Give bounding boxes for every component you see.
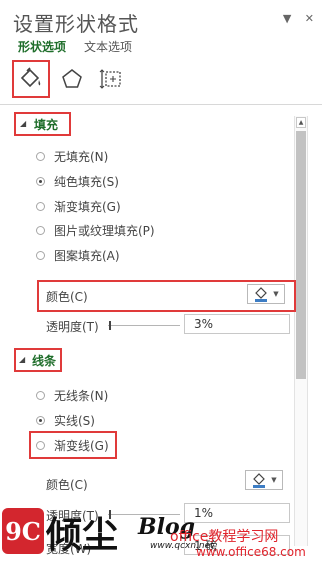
line-option-gradient[interactable]: 渐变线(G) [36, 437, 109, 454]
pane-title: 设置形状格式 [13, 12, 139, 36]
radio-button[interactable] [36, 152, 45, 161]
fill-option-solid[interactable]: 纯色填充(S) [36, 173, 119, 190]
pane-header-buttons: ▼ ✕ [273, 12, 314, 25]
fill-transparency-input[interactable]: 3% [184, 314, 290, 334]
watermark-site-url: www.office68.com [196, 545, 306, 559]
radio-label: 图案填充(A) [54, 249, 120, 263]
line-option-none[interactable]: 无线条(N) [36, 387, 108, 404]
fill-section-header[interactable]: ◢ 填充 [14, 112, 71, 136]
radio-label: 无填充(N) [54, 150, 109, 164]
radio-button[interactable] [36, 416, 45, 425]
radio-button[interactable] [36, 202, 45, 211]
watermark-name: 倾尘 [46, 514, 119, 556]
line-option-solid[interactable]: 实线(S) [36, 412, 95, 429]
watermark-site: office教程学习网 [170, 529, 279, 545]
fill-option-gradient[interactable]: 渐变填充(G) [36, 198, 121, 215]
fill-section-label: 填充 [34, 118, 59, 132]
radio-label: 实线(S) [54, 414, 95, 428]
chevron-down-icon: ▼ [271, 476, 277, 484]
line-color-label: 颜色(C) [46, 478, 88, 492]
radio-button[interactable] [36, 226, 45, 235]
scrollbar-thumb[interactable] [296, 131, 306, 379]
line-transparency-value: 1% [194, 506, 214, 520]
fill-color-label: 颜色(C) [46, 290, 88, 304]
scroll-up-icon[interactable]: ▲ [296, 117, 306, 128]
radio-label: 无线条(N) [54, 389, 109, 403]
fill-transparency-slider-thumb[interactable] [109, 321, 111, 330]
tab-shape-options[interactable]: 形状选项 [18, 38, 66, 55]
chevron-down-icon: ▼ [273, 290, 279, 298]
fill-transparency-label: 透明度(T) [46, 320, 99, 334]
radio-button[interactable] [36, 441, 45, 450]
line-section-header[interactable]: ◢ 线条 [14, 348, 62, 372]
radio-label: 图片或纹理填充(P) [54, 224, 155, 238]
collapse-triangle-icon: ◢ [19, 355, 26, 364]
radio-label: 渐变填充(G) [54, 200, 121, 214]
radio-button[interactable] [36, 391, 45, 400]
close-icon[interactable]: ✕ [305, 12, 314, 25]
fill-color-picker-button[interactable]: ▼ [247, 284, 285, 304]
fill-option-picture[interactable]: 图片或纹理填充(P) [36, 222, 155, 239]
size-properties-icon[interactable] [94, 62, 128, 96]
fill-bucket-icon[interactable] [14, 62, 48, 96]
radio-label: 纯色填充(S) [54, 175, 119, 189]
collapse-triangle-icon: ◢ [20, 119, 27, 128]
fill-option-pattern[interactable]: 图案填充(A) [36, 247, 120, 264]
radio-button[interactable] [36, 177, 45, 186]
tab-text-options[interactable]: 文本选项 [84, 38, 132, 55]
line-color-picker-button[interactable]: ▼ [245, 470, 283, 490]
radio-button[interactable] [36, 251, 45, 260]
fill-transparency-value: 3% [194, 317, 214, 331]
radio-label: 渐变线(G) [54, 439, 109, 453]
paint-bucket-icon [253, 473, 266, 488]
paint-bucket-icon [255, 287, 268, 302]
watermark-logo: 9C [2, 508, 44, 554]
fill-color-row: 颜色(C) ▼ [37, 280, 296, 312]
fill-transparency-slider[interactable] [108, 325, 180, 326]
pane-options-dropdown-icon[interactable]: ▼ [283, 12, 291, 25]
line-section-label: 线条 [32, 354, 57, 368]
pane-divider [0, 104, 322, 105]
pentagon-icon[interactable] [55, 62, 89, 96]
fill-option-none[interactable]: 无填充(N) [36, 148, 108, 165]
line-transparency-input[interactable]: 1% [184, 503, 290, 523]
